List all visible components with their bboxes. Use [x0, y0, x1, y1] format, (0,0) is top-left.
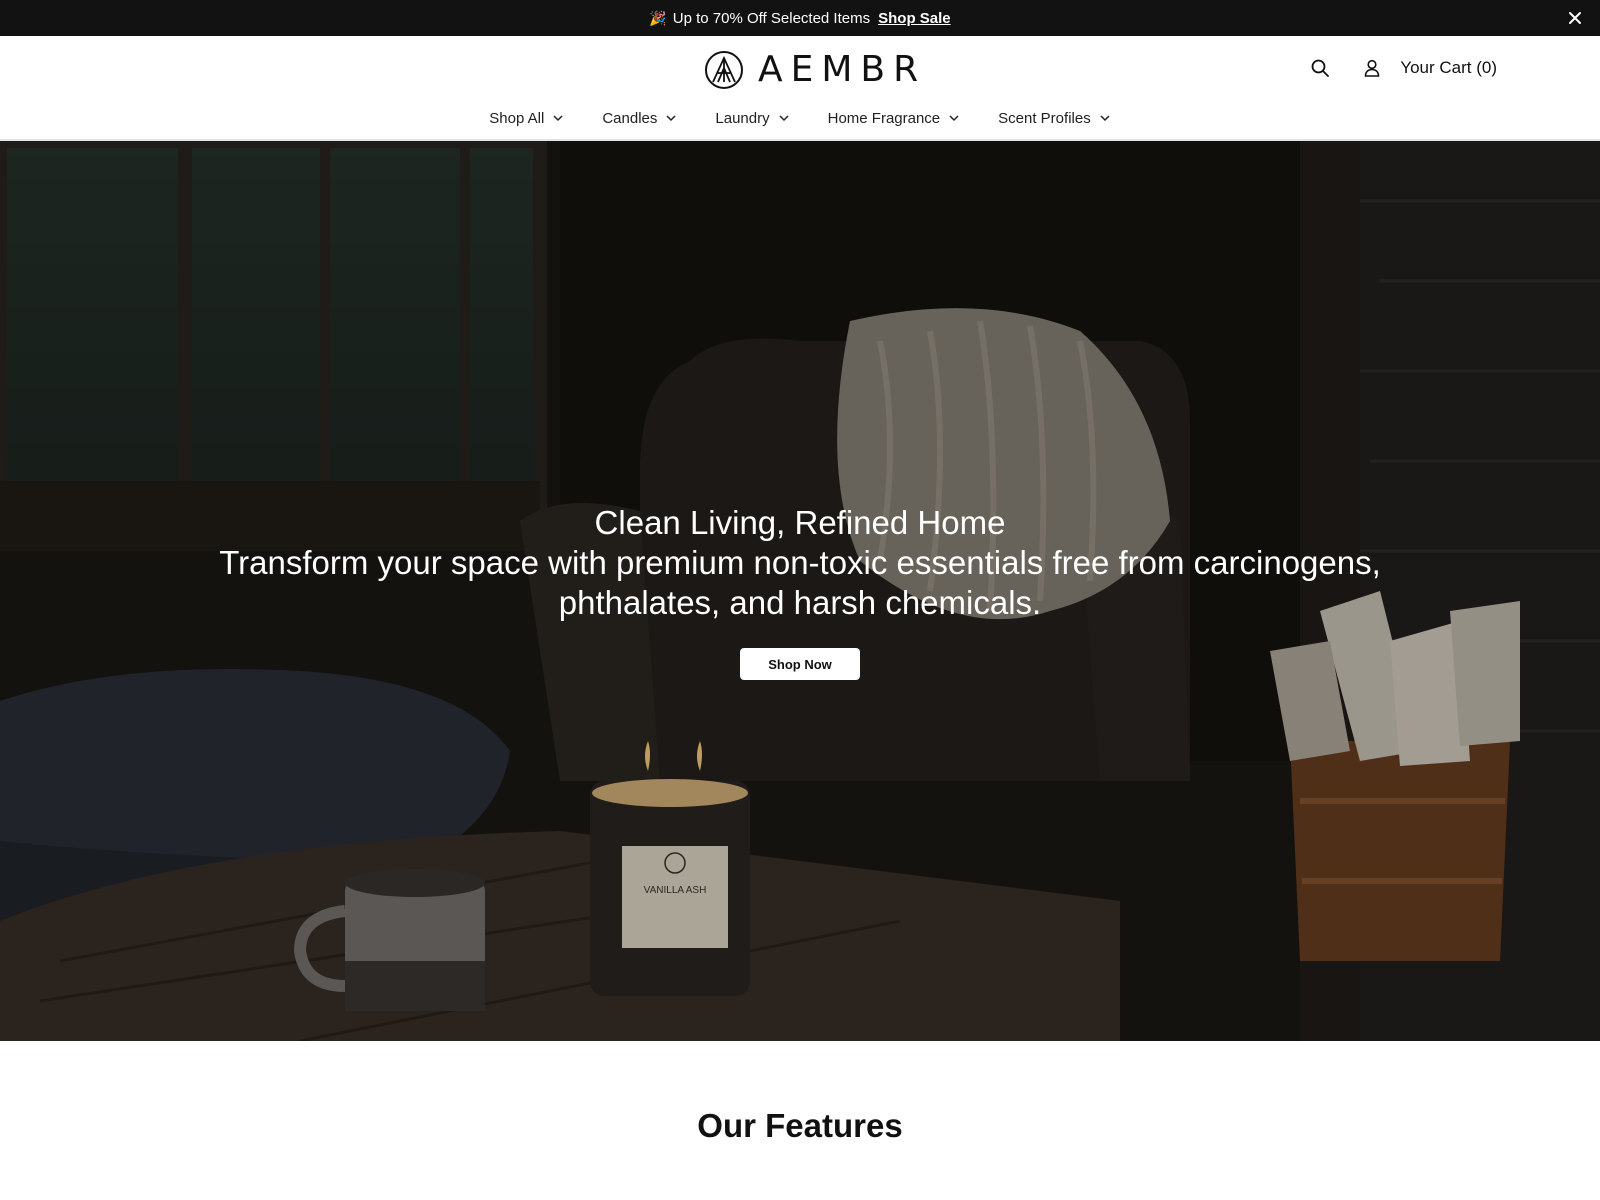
search-icon[interactable] — [1308, 56, 1332, 80]
nav-item-label: Shop All — [489, 109, 545, 127]
nav-item-candles[interactable]: Candles — [602, 110, 677, 127]
nav-item-label: Candles — [602, 109, 658, 127]
logo[interactable]: AEMBR — [704, 48, 926, 92]
nav-item-label: Laundry — [715, 109, 770, 127]
nav-item-laundry[interactable]: Laundry — [715, 110, 789, 127]
logo-text: AEMBR — [758, 49, 927, 90]
logo-mark-icon — [705, 51, 743, 89]
hero-subtitle: Transform your space with premium non-to… — [219, 544, 1381, 621]
shop-now-button[interactable]: Shop Now — [740, 648, 860, 680]
chevron-down-icon — [779, 115, 789, 122]
account-icon[interactable] — [1360, 56, 1384, 80]
chevron-down-icon — [666, 115, 676, 122]
nav-item-shop-all[interactable]: Shop All — [489, 110, 564, 127]
features-title: Our Features — [697, 1107, 903, 1144]
site-header: AEMBR Your Cart (0) Shop All Candles Lau… — [0, 36, 1600, 141]
nav-item-label: Scent Profiles — [998, 109, 1091, 127]
shop-sale-link[interactable]: Shop Sale — [878, 10, 951, 27]
nav-item-label: Home Fragrance — [827, 109, 941, 127]
chevron-down-icon — [1100, 115, 1110, 122]
nav-item-home-fragrance[interactable]: Home Fragrance — [828, 110, 961, 127]
chevron-down-icon — [553, 115, 563, 122]
main-nav: Shop All Candles Laundry Home Fragrance … — [0, 100, 1600, 136]
hero-title: Clean Living, Refined Home — [594, 504, 1006, 541]
hero-text: Clean Living, Refined Home Transform you… — [0, 503, 1600, 623]
chevron-down-icon — [949, 115, 959, 122]
hero-banner: VANILLA ASH Clean Living, Refined Home T… — [0, 141, 1600, 1041]
announcement-bar: 🎉 Up to 70% Off Selected Items Shop Sale — [0, 0, 1600, 36]
announcement-text: Up to 70% Off Selected Items — [672, 9, 871, 27]
header-actions: Your Cart (0) — [1308, 56, 1497, 80]
cart-link[interactable]: Your Cart (0) — [1400, 58, 1497, 78]
nav-item-scent-profiles[interactable]: Scent Profiles — [998, 110, 1111, 127]
close-icon[interactable] — [1566, 9, 1584, 27]
party-icon: 🎉 — [649, 9, 667, 26]
